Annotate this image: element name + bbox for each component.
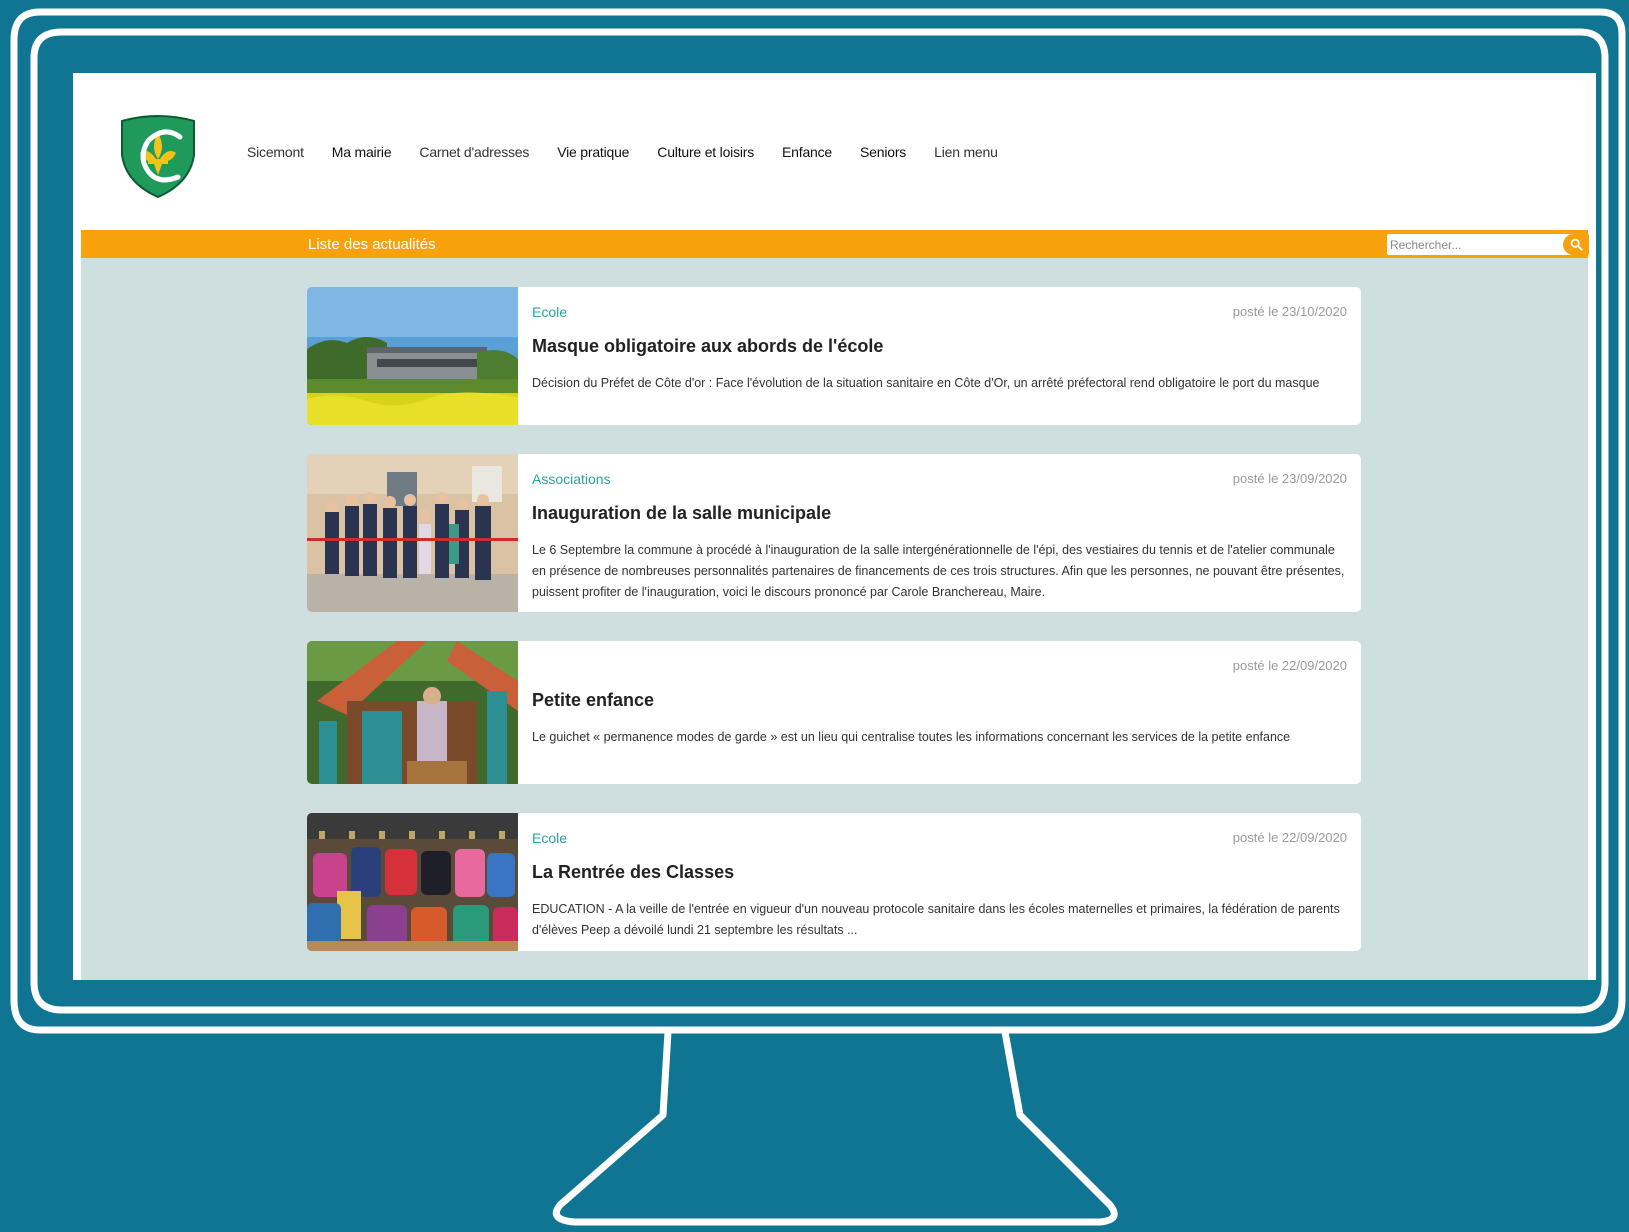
news-card[interactable]: Associations posté le 23/09/2020 Inaugur… (307, 454, 1361, 612)
news-description: Le 6 Septembre la commune à procédé à l'… (532, 543, 1345, 599)
nav-item-culture-loisirs[interactable]: Culture et loisirs (657, 144, 754, 160)
news-date: posté le 22/09/2020 (1232, 658, 1347, 673)
nav-item-enfance[interactable]: Enfance (782, 144, 832, 160)
news-description: Le guichet « permanence modes de garde »… (532, 730, 1291, 744)
main-navigation: Sicemont Ma mairie Carnet d'adresses Vie… (247, 144, 1026, 160)
section-title: Liste des actualités (308, 236, 436, 253)
news-title[interactable]: Masque obligatoire aux abords de l'école (532, 336, 883, 357)
nav-item-ma-mairie[interactable]: Ma mairie (332, 144, 392, 160)
search-box (1387, 234, 1589, 255)
nav-item-lien-menu[interactable]: Lien menu (934, 144, 998, 160)
news-date: posté le 23/09/2020 (1232, 471, 1347, 486)
nav-item-sicemont[interactable]: Sicemont (247, 144, 304, 160)
search-input[interactable] (1387, 234, 1555, 255)
news-category[interactable]: Associations (532, 471, 611, 487)
news-category[interactable]: Ecole (532, 304, 567, 320)
playhouse-photo (307, 641, 518, 784)
search-button[interactable] (1563, 234, 1589, 255)
news-description: Décision du Préfet de Côte d'or : Face l… (532, 376, 1320, 390)
school-bags-photo (307, 813, 518, 951)
news-card[interactable]: Ecole posté le 23/10/2020 Masque obligat… (307, 287, 1361, 425)
news-date: posté le 23/10/2020 (1232, 304, 1347, 319)
news-category[interactable]: Ecole (532, 830, 567, 846)
news-title[interactable]: Petite enfance (532, 690, 654, 711)
crest-logo[interactable] (118, 113, 198, 199)
news-card[interactable]: posté le 22/09/2020 Petite enfance Le gu… (307, 641, 1361, 784)
news-description: EDUCATION - A la veille de l'entrée en v… (532, 902, 1340, 937)
news-title[interactable]: Inauguration de la salle municipale (532, 503, 831, 524)
site-header: Sicemont Ma mairie Carnet d'adresses Vie… (73, 73, 1596, 230)
news-list: Ecole posté le 23/10/2020 Masque obligat… (81, 258, 1588, 980)
news-title[interactable]: La Rentrée des Classes (532, 862, 734, 883)
search-icon (1570, 238, 1582, 251)
nav-item-seniors[interactable]: Seniors (860, 144, 906, 160)
section-bar: Liste des actualités (81, 230, 1589, 258)
news-date: posté le 22/09/2020 (1232, 830, 1347, 845)
nav-item-carnet-adresses[interactable]: Carnet d'adresses (419, 144, 529, 160)
nav-item-vie-pratique[interactable]: Vie pratique (557, 144, 629, 160)
school-building-image (307, 287, 518, 425)
website-screen: Sicemont Ma mairie Carnet d'adresses Vie… (73, 73, 1596, 980)
news-card[interactable]: Ecole posté le 22/09/2020 La Rentrée des… (307, 813, 1361, 951)
inauguration-photo (307, 454, 518, 612)
